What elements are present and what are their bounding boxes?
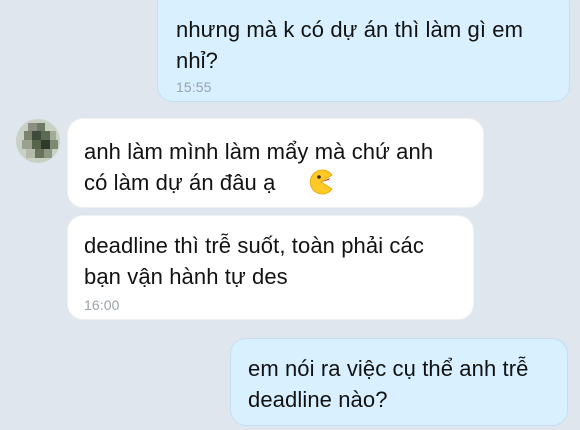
incoming-message-1[interactable]: anh làm mình làm mẩy mà chứ anh có làm d… <box>67 118 484 208</box>
avatar-image <box>16 119 60 163</box>
outgoing-message-2[interactable]: em nói ra việc cụ thể anh trễ deadline n… <box>230 338 568 426</box>
message-timestamp: 15:55 <box>176 79 212 95</box>
message-text: deadline thì trễ suốt, toàn phải các bạn… <box>84 233 424 289</box>
outgoing-message-1[interactable]: nhưng mà k có dự án thì làm gì em nhỉ? 1… <box>157 0 570 102</box>
grinning-pacman-emoji-icon <box>309 169 333 195</box>
incoming-message-2[interactable]: deadline thì trễ suốt, toàn phải các bạn… <box>67 215 474 320</box>
contact-avatar[interactable] <box>16 119 60 163</box>
message-timestamp: 16:00 <box>84 297 120 313</box>
message-text: nhưng mà k có dự án thì làm gì em nhỉ? <box>176 17 524 73</box>
message-text: em nói ra việc cụ thể anh trễ deadline n… <box>248 356 529 412</box>
message-text: anh làm mình làm mẩy mà chứ anh có làm d… <box>84 139 434 195</box>
